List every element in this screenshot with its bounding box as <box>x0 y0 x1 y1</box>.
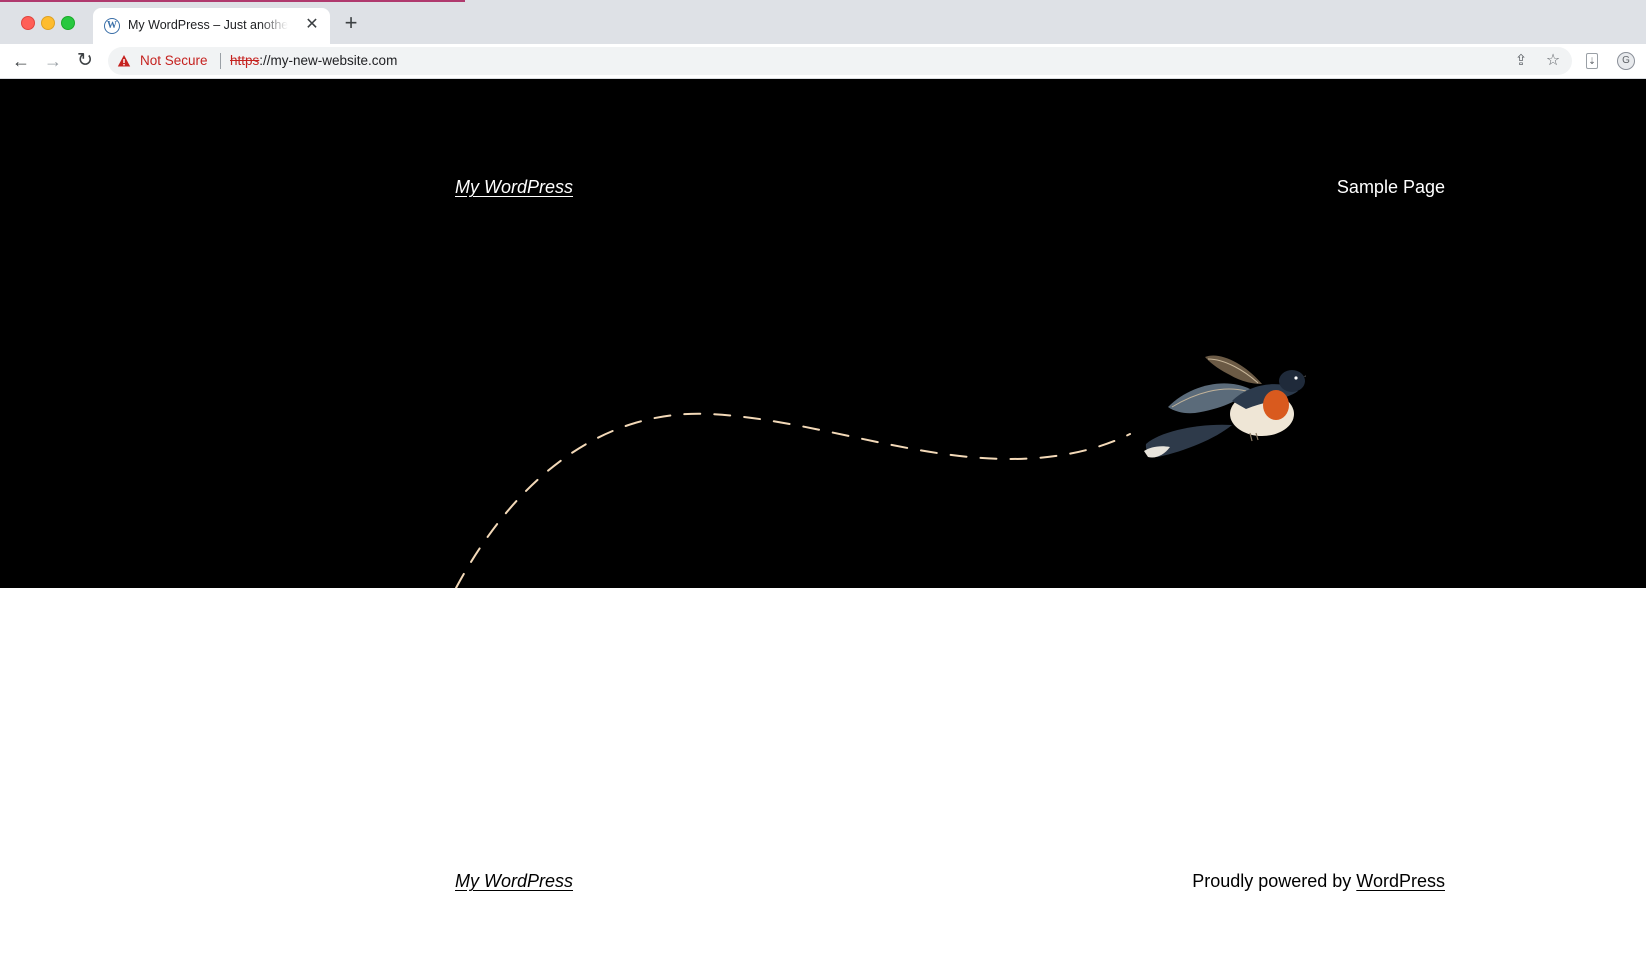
bird-illustration-icon <box>455 355 1306 588</box>
security-status-label[interactable]: Not Secure <box>140 53 208 68</box>
extension-icon[interactable]: ⇣ <box>1586 53 1598 69</box>
tab-strip: W My WordPress – Just another WordPress … <box>0 0 1646 44</box>
tab-title: My WordPress – Just another WordPress si… <box>128 18 288 32</box>
url-text[interactable]: https://my-new-website.com <box>230 53 397 68</box>
window-minimize-button[interactable] <box>41 16 55 30</box>
reload-button[interactable]: ↻ <box>73 49 97 73</box>
tab-active[interactable]: W My WordPress – Just another WordPress … <box>93 8 330 44</box>
window-maximize-button[interactable] <box>61 16 75 30</box>
new-tab-button[interactable]: + <box>341 12 361 34</box>
footer-site-title-link[interactable]: My WordPress <box>455 871 573 892</box>
profile-avatar-icon[interactable]: G <box>1617 52 1635 70</box>
back-button[interactable]: ← <box>9 49 33 73</box>
browser-window: W My WordPress – Just another WordPress … <box>0 0 1646 976</box>
share-icon[interactable]: ⇪ <box>1512 52 1530 70</box>
page-content: My WordPress Sample Page My WordPress Pr… <box>0 79 1646 976</box>
bookmark-star-icon[interactable]: ☆ <box>1544 52 1562 70</box>
warning-icon <box>117 55 131 67</box>
url-host: ://my-new-website.com <box>259 53 398 68</box>
url-scheme: https <box>230 53 260 68</box>
hero-section: My WordPress Sample Page <box>0 79 1646 588</box>
window-close-button[interactable] <box>21 16 35 30</box>
window-accent-line <box>0 0 465 2</box>
footer-credit-prefix: Proudly powered by <box>1192 871 1357 891</box>
wordpress-link[interactable]: WordPress <box>1356 871 1445 891</box>
browser-toolbar: ← → ↻ Not Secure https://my-new-website.… <box>0 44 1646 79</box>
nav-item-sample-page[interactable]: Sample Page <box>1337 177 1445 198</box>
address-separator <box>220 53 221 69</box>
wordpress-icon: W <box>104 18 120 34</box>
address-bar[interactable]: Not Secure https://my-new-website.com ⇪ … <box>108 47 1572 75</box>
footer-credit: Proudly powered by WordPress <box>1192 871 1445 892</box>
site-title-link[interactable]: My WordPress <box>455 177 573 198</box>
forward-button[interactable]: → <box>41 49 65 73</box>
close-icon[interactable]: ✕ <box>303 16 321 34</box>
